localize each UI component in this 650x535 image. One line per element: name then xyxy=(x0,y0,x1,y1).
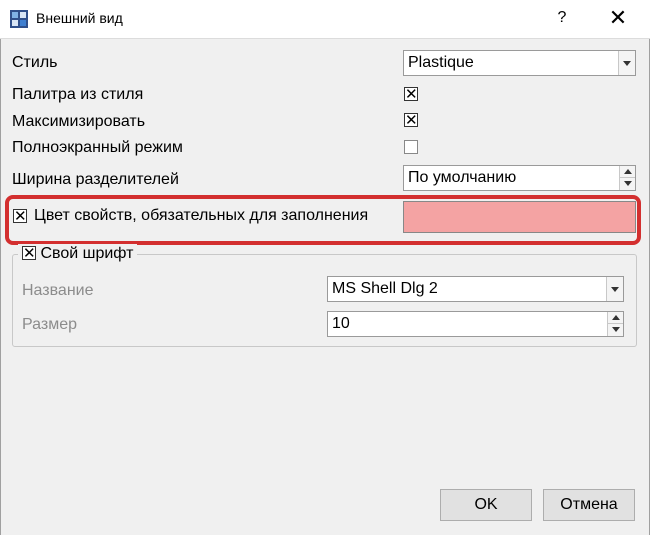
required-color-swatch[interactable] xyxy=(403,201,636,233)
font-name-label: Название xyxy=(22,282,94,299)
spin-up-icon[interactable] xyxy=(619,166,635,178)
close-button[interactable]: ✕ xyxy=(598,3,638,33)
ok-button[interactable]: OK xyxy=(440,489,532,521)
font-size-value: 10 xyxy=(332,315,350,332)
spin-up-icon[interactable] xyxy=(607,312,623,324)
cancel-button[interactable]: Отмена xyxy=(543,489,635,521)
required-color-label: Цвет свойств, обязательных для заполнени… xyxy=(34,207,369,224)
spin-down-icon[interactable] xyxy=(619,178,635,190)
font-name-value: MS Shell Dlg 2 xyxy=(332,280,438,297)
app-icon xyxy=(10,10,28,28)
font-group-checkbox[interactable] xyxy=(22,244,36,262)
maximize-checkbox[interactable] xyxy=(404,111,418,129)
font-size-label: Размер xyxy=(22,316,77,333)
chevron-down-icon[interactable] xyxy=(618,51,635,75)
font-size-spinbox[interactable]: 10 xyxy=(327,311,624,337)
style-value: Plastique xyxy=(408,54,474,71)
required-color-checkbox[interactable] xyxy=(13,207,27,225)
font-group-title: Свой шрифт xyxy=(40,245,134,262)
style-combobox[interactable]: Plastique xyxy=(403,50,636,76)
style-label: Стиль xyxy=(12,54,58,71)
maximize-label: Максимизировать xyxy=(12,113,146,130)
chevron-down-icon[interactable] xyxy=(606,277,623,301)
font-name-combobox[interactable]: MS Shell Dlg 2 xyxy=(327,276,624,302)
window-title: Внешний вид xyxy=(36,10,123,26)
splitter-value: По умолчанию xyxy=(408,169,517,186)
fullscreen-label: Полноэкранный режим xyxy=(12,139,183,156)
font-group-header: Свой шрифт xyxy=(18,244,138,266)
palette-checkbox[interactable] xyxy=(404,85,418,103)
title-bar: Внешний вид ? ✕ xyxy=(0,0,650,39)
fullscreen-checkbox[interactable] xyxy=(404,140,418,154)
spin-down-icon[interactable] xyxy=(607,324,623,336)
splitter-spinbox[interactable]: По умолчанию xyxy=(403,165,636,191)
palette-label: Палитра из стиля xyxy=(12,86,144,103)
splitter-label: Ширина разделителей xyxy=(12,171,179,188)
help-button[interactable]: ? xyxy=(548,3,576,33)
